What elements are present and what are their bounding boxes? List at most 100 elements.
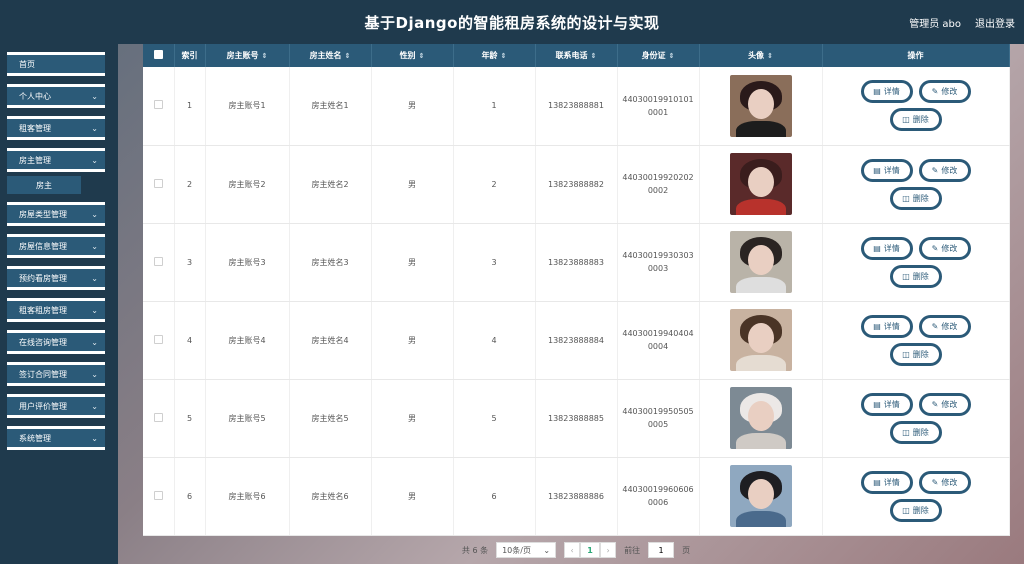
row-select-cell[interactable] [143,145,175,224]
row-checkbox[interactable] [153,100,163,110]
chevron-down-icon: ⌄ [91,337,98,347]
cell-index: 4 [174,301,206,380]
cell-gender: 男 [371,457,454,536]
sidebar-item-home[interactable]: 首页 [7,52,105,76]
sort-icon[interactable]: ⇕ [669,52,675,60]
user-label: 管理员 abo [909,18,961,30]
delete-button[interactable]: ◫ 删除 [889,420,942,444]
cell-gender: 男 [371,67,454,146]
column-header[interactable]: 身份证 ⇕ [617,44,700,67]
cell-name: 房主姓名4 [289,301,372,380]
sidebar-item-personal[interactable]: 个人中心 ⌄ [7,84,105,108]
detail-button[interactable]: ▤ 详情 [860,80,913,104]
column-header[interactable]: 年龄 ⇕ [453,44,536,67]
cell-idcard: 44030019930303 0003 [617,223,700,302]
cell-index: 1 [174,67,206,146]
row-checkbox[interactable] [153,334,163,344]
column-header[interactable]: 头像 ⇕ [699,44,823,67]
detail-button[interactable]: ▤ 详情 [860,236,913,260]
row-checkbox[interactable] [153,412,163,422]
trash-icon: ◫ [902,193,910,203]
cell-gender: 男 [371,145,454,224]
select-all-cell[interactable] [143,44,175,67]
sidebar-item-contracts[interactable]: 签订合同管理 ⌄ [7,362,105,386]
sidebar-item-reviews[interactable]: 用户评价管理 ⌄ [7,394,105,418]
sidebar-item-house-info[interactable]: 房屋信息管理 ⌄ [7,234,105,258]
row-select-cell[interactable] [143,457,175,536]
main-content: 索引 房主账号 ⇕ 房主姓名 ⇕ 性别 ⇕ 年龄 ⇕ 联系电话 ⇕ 身份证 ⇕ 头像 ⇕ 操作… [143,44,1010,536]
edit-button[interactable]: ✎ 修改 [918,80,971,104]
pagination: 共 6 条 10条/页⌄ ‹ 1 › 前往 页 [143,540,1009,560]
page-size-select[interactable]: 10条/页 ⌄ [496,542,557,558]
table-row: 2 房主账号2 房主姓名2 男 2 13823888882 4403001992… [143,145,1010,224]
column-header[interactable]: 房主姓名 ⇕ [289,44,372,67]
sidebar-item-tenants[interactable]: 租客管理 ⌄ [7,116,105,140]
delete-button[interactable]: ◫ 删除 [889,108,942,132]
chevron-down-icon: ⌄ [543,545,551,555]
edit-button[interactable]: ✎ 修改 [918,158,971,182]
sort-icon[interactable]: ⇕ [345,52,351,60]
sort-icon[interactable]: ⇕ [262,52,268,60]
total-count: 共 6 条 [461,545,489,555]
cell-index: 5 [174,379,206,458]
sidebar-item-label: 预约看房管理 [19,273,67,283]
table-row: 3 房主账号3 房主姓名3 男 3 13823888883 4403001993… [143,223,1010,302]
sort-icon[interactable]: ⇕ [767,52,773,60]
sidebar-item-consult[interactable]: 在线咨询管理 ⌄ [7,330,105,354]
next-page-button[interactable]: › [600,542,617,558]
goto-label: 前往 [624,545,641,555]
delete-button[interactable]: ◫ 删除 [889,186,942,210]
sort-icon[interactable]: ⇕ [419,52,425,60]
column-header: 操作 [822,44,1010,67]
sort-icon[interactable]: ⇕ [591,52,597,60]
detail-button[interactable]: ▤ 详情 [860,392,913,416]
avatar [729,231,792,293]
edit-button[interactable]: ✎ 修改 [918,236,971,260]
trash-icon: ◫ [902,427,910,437]
column-header[interactable]: 性别 ⇕ [371,44,454,67]
column-header[interactable]: 房主账号 ⇕ [205,44,290,67]
sidebar-item-viewings[interactable]: 预约看房管理 ⌄ [7,266,105,290]
row-select-cell[interactable] [143,301,175,380]
edit-button[interactable]: ✎ 修改 [918,314,971,338]
cell-name: 房主姓名2 [289,145,372,224]
sidebar-item-system[interactable]: 系统管理 ⌄ [7,426,105,450]
row-checkbox[interactable] [153,178,163,188]
detail-button[interactable]: ▤ 详情 [860,158,913,182]
row-select-cell[interactable] [143,379,175,458]
sidebar-item-house-types[interactable]: 房屋类型管理 ⌄ [7,202,105,226]
row-select-cell[interactable] [143,223,175,302]
delete-button[interactable]: ◫ 删除 [889,342,942,366]
cell-gender: 男 [371,223,454,302]
chevron-down-icon: ⌄ [91,241,98,251]
detail-button[interactable]: ▤ 详情 [860,470,913,494]
row-checkbox[interactable] [153,256,163,266]
edit-button[interactable]: ✎ 修改 [918,392,971,416]
table-row: 1 房主账号1 房主姓名1 男 1 13823888881 4403001991… [143,67,1010,146]
trash-icon: ◫ [902,349,910,359]
delete-button[interactable]: ◫ 删除 [889,498,942,522]
sidebar-item-label: 房屋类型管理 [19,209,67,219]
chevron-down-icon: ⌄ [91,433,98,443]
sidebar-item-label: 个人中心 [19,91,51,101]
logout-button[interactable]: 退出登录 [975,15,1015,30]
sidebar-item-landlords[interactable]: 房主管理 ⌄ [7,148,105,172]
chevron-down-icon: ⌄ [91,91,98,101]
prev-page-button[interactable]: ‹ [564,542,581,558]
select-all-checkbox[interactable] [153,50,163,59]
pencil-icon: ✎ [931,243,939,253]
table-header-row: 索引 房主账号 ⇕ 房主姓名 ⇕ 性别 ⇕ 年龄 ⇕ 联系电话 ⇕ 身份证 ⇕ 头像 ⇕ 操作 [143,44,1010,67]
detail-button[interactable]: ▤ 详情 [860,314,913,338]
sidebar: 首页 个人中心 ⌄ 租客管理 ⌄ 房主管理 ⌄ 房主 房屋类型管理 ⌄ 房屋信息管理 ⌄ … [0,44,118,564]
sidebar-subitem-landlord[interactable]: 房主 [7,176,81,194]
sort-icon[interactable]: ⇕ [501,52,507,60]
delete-button[interactable]: ◫ 删除 [889,264,942,288]
sidebar-item-rentals[interactable]: 租客租房管理 ⌄ [7,298,105,322]
row-checkbox[interactable] [153,490,163,500]
edit-button[interactable]: ✎ 修改 [918,470,971,494]
column-header[interactable]: 联系电话 ⇕ [535,44,618,67]
table-row: 4 房主账号4 房主姓名4 男 4 13823888884 4403001994… [143,301,1010,380]
goto-page-input[interactable] [648,542,675,558]
page-number-current[interactable]: 1 [580,542,601,558]
row-select-cell[interactable] [143,67,175,146]
